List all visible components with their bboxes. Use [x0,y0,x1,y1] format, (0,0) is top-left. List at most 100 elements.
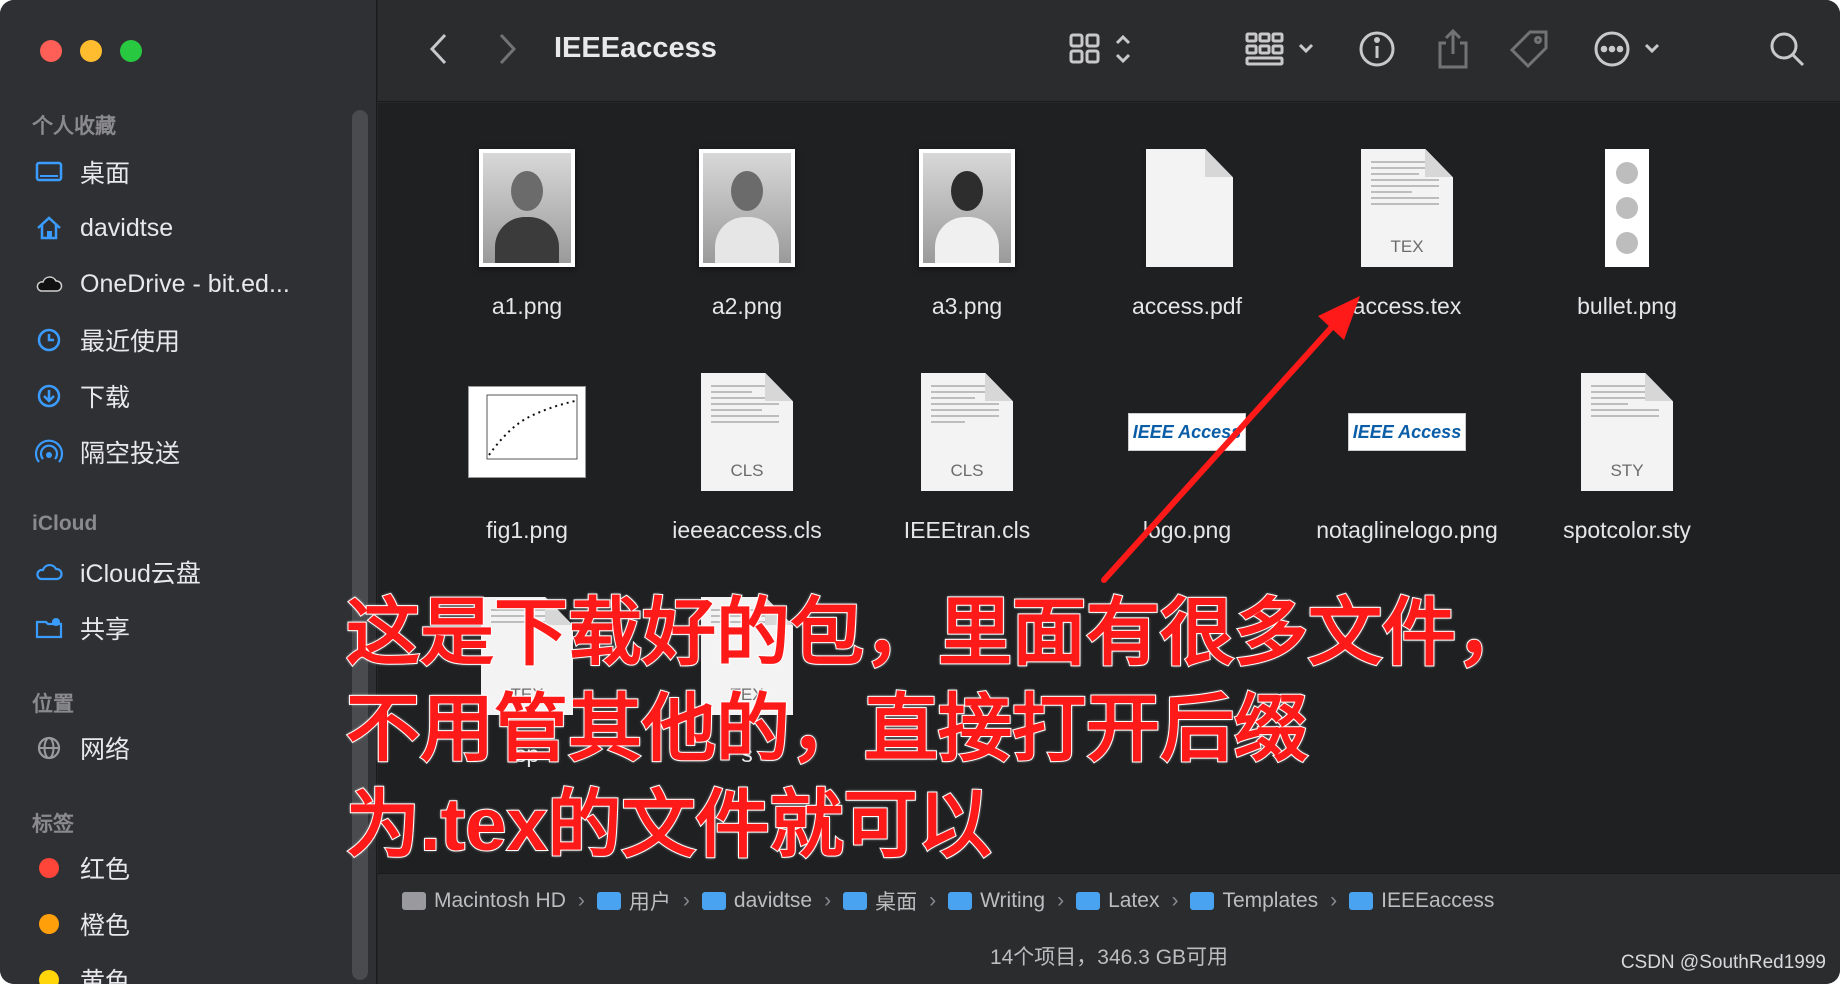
path-separator-icon: › [1330,889,1338,912]
image-thumbnail [479,149,575,267]
path-separator-icon: › [824,889,832,912]
image-thumbnail [699,149,795,267]
share-button[interactable] [1430,28,1476,74]
sidebar-item-label: 红色 [80,856,131,884]
file-item[interactable]: access.pdf [1082,133,1292,320]
sidebar-item-label: 隔空投送 [80,440,181,468]
sidebar-item-network[interactable]: 网络 [32,728,130,768]
sidebar-item-tag-orange[interactable]: 橙色 [32,904,130,944]
sidebar-item-icloud-drive[interactable]: iCloud云盘 [32,552,201,592]
zoom-button[interactable] [120,40,142,62]
folder-icon [1349,892,1374,910]
folder-icon [1076,892,1101,910]
image-thumbnail [1605,149,1649,267]
search-button[interactable] [1764,28,1810,74]
shared-folder-icon [32,611,66,645]
file-name: spotcolor.sty [1563,517,1691,543]
group-by-button[interactable] [1244,28,1318,74]
sidebar-item-label: iCloud云盘 [80,560,201,588]
sidebar-item-label: 最近使用 [80,328,181,356]
sidebar-item-label: 黄色 [80,968,131,984]
path-bar: Macintosh HD › 用户 › davidtse › 桌面 › Writing ›… [378,873,1840,928]
path-item[interactable]: Latex [1076,889,1159,913]
more-actions-button[interactable] [1592,28,1666,74]
sidebar-item-label: davidtse [80,213,174,242]
sidebar-item-label: 网络 [80,736,131,764]
image-thumbnail [919,149,1015,267]
path-item[interactable]: Macintosh HD [402,889,566,913]
close-button[interactable] [40,40,62,62]
folder-icon [948,892,973,910]
cloud-icon [32,267,66,301]
sidebar-section-locations: 位置 [32,693,74,716]
path-item[interactable]: 用户 [596,886,671,916]
info-button[interactable] [1354,28,1400,74]
chevron-left-icon [427,32,449,71]
home-folder-icon [701,892,726,910]
file-item[interactable]: bullet.png [1522,133,1732,320]
sidebar-item-home[interactable]: davidtse [32,208,173,248]
ellipsis-circle-icon [1592,29,1666,74]
sidebar-item-label: 共享 [80,616,131,644]
logo-thumbnail: IEEE Access [1128,413,1246,451]
desktop-icon [32,155,66,189]
clock-icon [32,323,66,357]
path-item[interactable]: Writing [948,889,1045,913]
disk-icon [402,892,426,910]
share-icon [1435,27,1471,76]
minimize-button[interactable] [80,40,102,62]
file-item[interactable]: CLS ieeeaccess.cls [642,357,852,544]
airdrop-icon [32,435,66,469]
status-text: 14个项目，346.3 GB可用 [989,946,1229,969]
sidebar-item-tag-red[interactable]: 红色 [32,848,130,888]
path-item[interactable]: 桌面 [843,886,917,916]
forward-button[interactable] [488,28,528,74]
file-item[interactable]: a1.png [422,133,632,320]
path-separator-icon: › [682,889,690,912]
sidebar-item-desktop[interactable]: 桌面 [32,152,130,192]
file-item[interactable]: a2.png [642,133,852,320]
sidebar-item-label: 桌面 [80,160,131,188]
back-button[interactable] [418,28,458,74]
file-item[interactable]: TEX access.tex [1302,133,1512,320]
tag-dot-icon [39,858,59,878]
file-item[interactable]: STY spotcolor.sty [1522,357,1732,544]
sidebar-item-shared[interactable]: 共享 [32,608,130,648]
sidebar-item-airdrop[interactable]: 隔空投送 [32,432,180,472]
home-icon [32,211,66,245]
cls-document-icon: CLS [921,373,1013,491]
file-item[interactable]: a3.png [862,133,1072,320]
file-item[interactable]: IEEE Access logo.png [1082,357,1292,544]
sidebar-section-favorites: 个人收藏 [32,115,116,138]
folder-icon [596,892,621,910]
logo-thumbnail: IEEE Access [1348,413,1466,451]
icloud-icon [32,555,66,589]
sidebar-section-icloud: iCloud [32,512,98,535]
file-name: a1.png [491,293,563,319]
sidebar-item-onedrive[interactable]: OneDrive - bit.ed... [32,264,290,304]
annotation-line: 为.tex的文件就可以 [345,782,993,867]
sidebar-item-recents[interactable]: 最近使用 [32,320,180,360]
sidebar-item-tag-yellow[interactable]: 黄色 [32,960,130,984]
file-item[interactable]: CLS IEEEtran.cls [862,357,1072,544]
file-name: a3.png [931,293,1003,319]
sidebar-item-downloads[interactable]: 下载 [32,376,130,416]
sidebar-item-label: 橙色 [80,912,131,940]
view-mode-button[interactable] [1066,28,1138,74]
path-item[interactable]: davidtse [701,889,812,913]
file-name: IEEEtran.cls [903,517,1031,543]
file-name: access.pdf [1132,293,1242,319]
path-separator-icon: › [929,889,937,912]
window-controls [40,40,142,62]
file-item[interactable]: IEEE Access notaglinelogo.png [1302,357,1512,544]
path-separator-icon: › [1171,889,1179,912]
tag-button[interactable] [1506,28,1552,74]
tag-dot-icon [39,914,59,934]
path-item[interactable]: Templates [1190,889,1318,913]
file-item[interactable]: fig1.png [422,357,632,544]
sidebar-item-label: OneDrive - bit.ed... [80,269,290,298]
chevron-right-icon [497,32,519,71]
cls-document-icon: CLS [701,373,793,491]
chart-thumbnail [468,386,586,478]
path-item[interactable]: IEEEaccess [1349,889,1494,913]
